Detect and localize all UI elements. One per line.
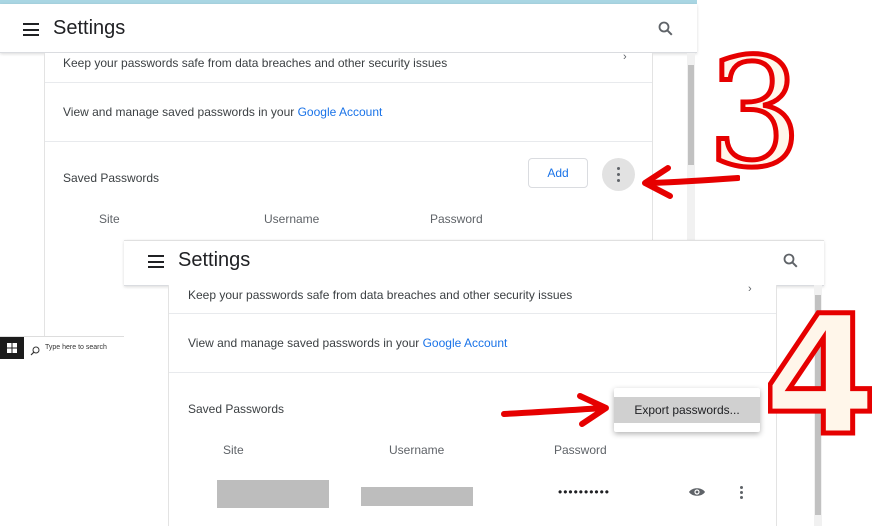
taskbar-search-icon[interactable] <box>30 343 40 361</box>
security-check-text: Keep your passwords safe from data breac… <box>188 288 573 302</box>
bottom-app-bar: Settings <box>124 240 824 286</box>
top-card-lower <box>44 241 125 336</box>
column-password: Password <box>430 212 483 226</box>
saved-passwords-heading: Saved Passwords <box>188 402 285 416</box>
top-scrollbar[interactable] <box>687 53 695 241</box>
more-actions-menu: Export passwords... <box>614 388 760 432</box>
page-title: Settings <box>178 249 251 271</box>
chevron-right-icon[interactable]: › <box>748 283 752 295</box>
more-vert-dot <box>740 496 743 499</box>
manage-passwords-row: View and manage saved passwords in your … <box>188 336 507 350</box>
step-number-annotation: 4 <box>760 278 873 475</box>
redacted-site <box>217 480 329 508</box>
more-vert-dot <box>740 486 743 489</box>
top-passwords-card: Keep your passwords safe from data breac… <box>44 51 653 241</box>
redacted-username <box>361 487 473 506</box>
chevron-right-icon[interactable]: › <box>623 51 627 63</box>
google-account-link[interactable]: Google Account <box>423 336 508 350</box>
hamburger-menu-icon[interactable] <box>23 23 39 36</box>
more-actions-button[interactable] <box>602 158 635 191</box>
column-username: Username <box>389 443 445 457</box>
google-account-link[interactable]: Google Account <box>298 105 383 119</box>
manage-text: View and manage saved passwords in your <box>188 336 423 350</box>
more-vert-dot <box>617 179 620 182</box>
search-icon[interactable] <box>658 21 673 36</box>
scrollbar-thumb[interactable] <box>688 65 694 165</box>
more-vert-icon <box>617 167 620 170</box>
divider <box>169 313 776 314</box>
column-site: Site <box>99 212 120 226</box>
windows-start-icon[interactable] <box>0 337 24 359</box>
taskbar-search-input[interactable]: Type here to search <box>45 344 107 351</box>
row-more-vert-icon[interactable] <box>740 486 744 500</box>
page-title: Settings <box>53 17 126 39</box>
manage-text: View and manage saved passwords in your <box>63 105 298 119</box>
divider <box>169 372 776 373</box>
add-password-button[interactable]: Add <box>528 158 588 188</box>
divider <box>45 82 652 83</box>
more-vert-dot <box>740 491 743 494</box>
security-check-text: Keep your passwords safe from data breac… <box>63 56 448 70</box>
password-mask: •••••••••• <box>558 485 611 499</box>
more-vert-dot <box>617 173 620 176</box>
step-four-graphic: 4 <box>760 278 873 475</box>
red-arrow-icon <box>642 165 740 199</box>
step-four-text: 4 <box>768 285 872 445</box>
red-arrow-icon <box>501 393 609 427</box>
search-icon[interactable] <box>783 253 798 268</box>
column-site: Site <box>223 443 244 457</box>
hamburger-menu-icon[interactable] <box>148 255 164 268</box>
manage-passwords-row: View and manage saved passwords in your … <box>63 105 382 119</box>
taskbar: Type here to search <box>0 336 124 359</box>
column-password: Password <box>554 443 607 457</box>
column-username: Username <box>264 212 320 226</box>
divider <box>45 141 652 142</box>
saved-passwords-heading: Saved Passwords <box>63 171 160 185</box>
top-app-bar: Settings <box>0 4 697 53</box>
show-password-eye-icon[interactable] <box>688 485 706 503</box>
export-passwords-menu-item[interactable]: Export passwords... <box>614 397 760 423</box>
